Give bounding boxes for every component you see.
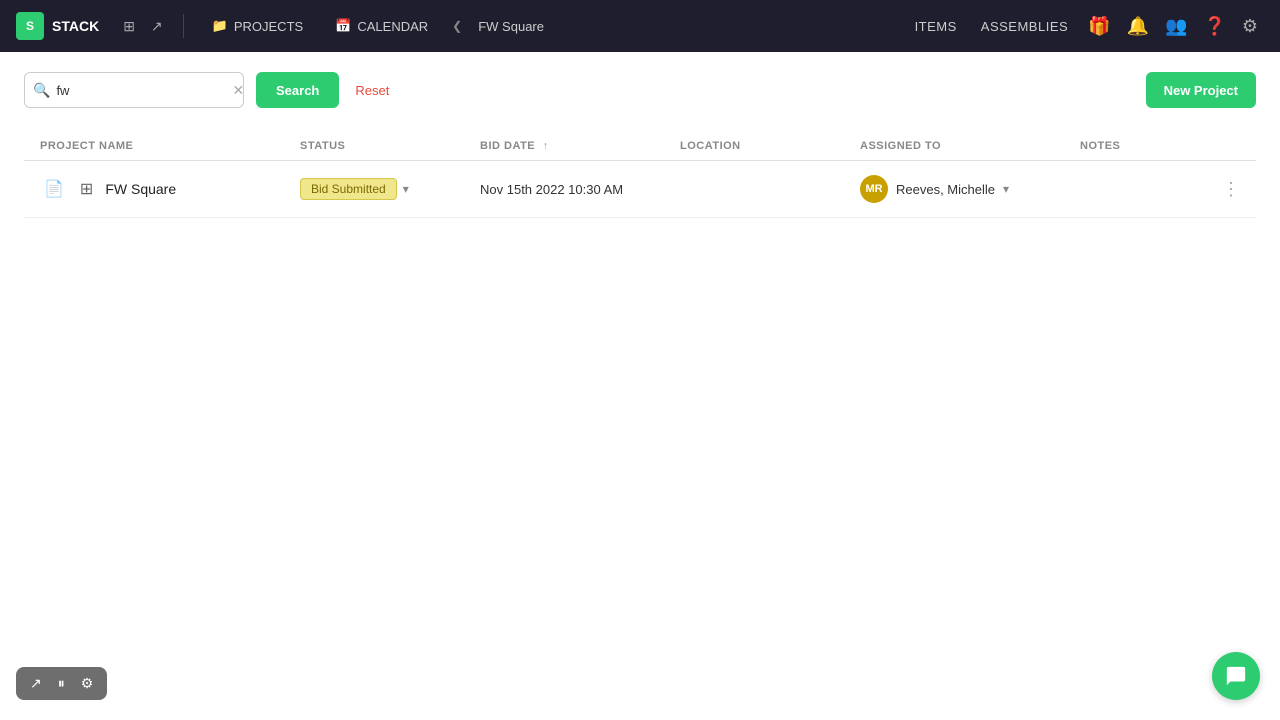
project-name-cell: 📄 ⊞ FW Square <box>40 177 300 201</box>
nav-right: ITEMS ASSEMBLIES 🎁 🔔 👥 ❓ ⚙ <box>905 12 1264 41</box>
table-row: 📄 ⊞ FW Square Bid Submitted ▾ Nov 15th 2… <box>24 161 1256 218</box>
toolbar-expand-icon[interactable]: ↗ <box>26 673 46 694</box>
logo-text: STACK <box>52 18 99 34</box>
col-bid-date: BID DATE ↑ <box>480 140 680 152</box>
search-icon: 🔍 <box>33 82 50 99</box>
col-assigned-to: ASSIGNED TO <box>860 140 1080 152</box>
gift-icon[interactable]: 🎁 <box>1082 12 1116 41</box>
projects-label: PROJECTS <box>234 19 303 34</box>
settings-icon[interactable]: ⚙ <box>1236 12 1264 41</box>
bid-date-cell: Nov 15th 2022 10:30 AM <box>480 182 680 197</box>
table-header: PROJECT NAME STATUS BID DATE ↑ LOCATION … <box>24 132 1256 161</box>
status-badge: Bid Submitted <box>300 178 397 200</box>
breadcrumb-fw-square[interactable]: FW Square <box>478 19 544 34</box>
projects-folder-icon: 📁 <box>212 18 228 34</box>
search-button[interactable]: Search <box>256 72 339 108</box>
expand-icon[interactable]: ⊞ <box>123 18 135 35</box>
calendar-label: CALENDAR <box>357 19 428 34</box>
main-content: 🔍 ✕ Search Reset New Project PROJECT NAM… <box>0 52 1280 720</box>
status-cell: Bid Submitted ▾ <box>300 178 480 200</box>
grid-icon[interactable]: ⊞ <box>76 177 97 201</box>
col-location: LOCATION <box>680 140 860 152</box>
notes-row-end: ⋮ <box>1080 179 1240 200</box>
search-input-wrapper: 🔍 ✕ <box>24 72 244 108</box>
toolbar-pause-icon[interactable]: ⏸ <box>54 673 69 694</box>
reset-button[interactable]: Reset <box>351 75 393 106</box>
avatar: MR <box>860 175 888 203</box>
new-project-button[interactable]: New Project <box>1146 72 1256 108</box>
breadcrumb-arrow: ❮ <box>452 19 462 33</box>
help-icon[interactable]: ❓ <box>1197 12 1231 41</box>
bid-date-sort-icon[interactable]: ↑ <box>543 140 549 152</box>
chat-icon <box>1225 665 1247 687</box>
assigned-name: Reeves, Michelle <box>896 182 995 197</box>
assigned-cell: MR Reeves, Michelle ▾ <box>860 175 1080 203</box>
toolbar-settings-icon[interactable]: ⚙ <box>77 673 98 694</box>
status-dropdown-arrow[interactable]: ▾ <box>403 182 409 196</box>
calendar-icon: 📅 <box>335 18 351 34</box>
search-bar: 🔍 ✕ Search Reset New Project <box>24 72 1256 108</box>
users-icon[interactable]: 👥 <box>1159 12 1193 41</box>
row-menu-button[interactable]: ⋮ <box>1222 179 1240 200</box>
projects-table: PROJECT NAME STATUS BID DATE ↑ LOCATION … <box>24 132 1256 218</box>
bottom-toolbar: ↗ ⏸ ⚙ <box>16 667 107 700</box>
assemblies-nav-link[interactable]: ASSEMBLIES <box>971 15 1078 38</box>
nav-separator <box>183 14 184 38</box>
project-name-text[interactable]: FW Square <box>105 181 176 197</box>
bell-icon[interactable]: 🔔 <box>1121 12 1155 41</box>
projects-nav-link[interactable]: 📁 PROJECTS <box>204 14 312 38</box>
col-project-name: PROJECT NAME <box>40 140 300 152</box>
chat-fab[interactable] <box>1212 652 1260 700</box>
calendar-nav-link[interactable]: 📅 CALENDAR <box>327 14 436 38</box>
search-input[interactable] <box>56 83 232 98</box>
stack-logo: S <box>16 12 44 40</box>
items-nav-link[interactable]: ITEMS <box>905 15 967 38</box>
top-nav: S STACK ⊞ ↗ 📁 PROJECTS 📅 CALENDAR ❮ FW S… <box>0 0 1280 52</box>
clear-icon[interactable]: ✕ <box>232 82 244 99</box>
col-status: STATUS <box>300 140 480 152</box>
doc-icon[interactable]: 📄 <box>40 177 68 201</box>
col-notes: NOTES <box>1080 140 1240 152</box>
logo-area: S STACK <box>16 12 99 40</box>
assigned-dropdown-arrow[interactable]: ▾ <box>1003 182 1009 196</box>
external-link-icon[interactable]: ↗ <box>151 18 163 35</box>
